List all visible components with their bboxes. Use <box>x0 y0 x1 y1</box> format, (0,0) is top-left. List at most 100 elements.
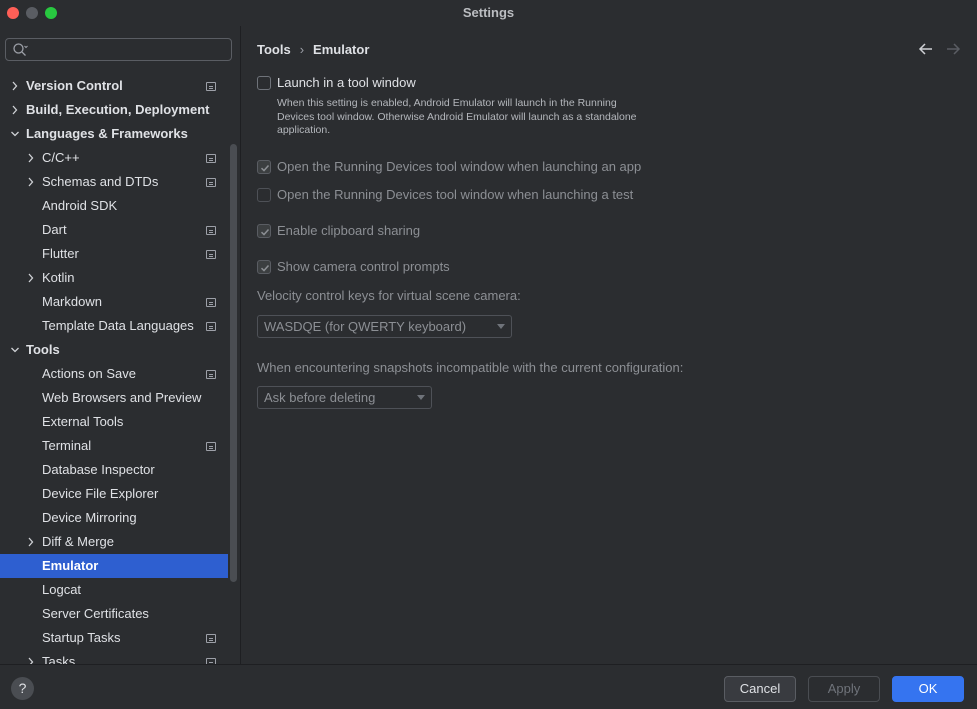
sidebar-item-diff-merge[interactable]: Diff & Merge <box>0 530 228 554</box>
sidebar-item-languages-frameworks[interactable]: Languages & Frameworks <box>0 122 228 146</box>
sidebar-item-version-control[interactable]: Version Control <box>0 74 228 98</box>
project-level-icon <box>206 82 216 91</box>
project-level-icon <box>206 322 216 331</box>
sidebar-item-dart[interactable]: Dart <box>0 218 228 242</box>
sidebar-item-template-data-languages[interactable]: Template Data Languages <box>0 314 228 338</box>
sidebar-item-kotlin[interactable]: Kotlin <box>0 266 228 290</box>
sidebar-item-tools[interactable]: Tools <box>0 338 228 362</box>
sidebar-item-label: Startup Tasks <box>42 630 121 645</box>
sidebar-item-label: Markdown <box>42 294 102 309</box>
project-level-icon <box>206 634 216 643</box>
sidebar-item-label: Actions on Save <box>42 366 136 381</box>
sidebar-item-label: Web Browsers and Preview <box>42 390 202 405</box>
sidebar-item-label: Tasks <box>42 654 76 664</box>
sidebar-item-label: External Tools <box>42 414 124 429</box>
sidebar-item-startup-tasks[interactable]: Startup Tasks <box>0 626 228 650</box>
sidebar-item-label: Server Certificates <box>42 606 149 621</box>
sidebar-item-build-execution-deployment[interactable]: Build, Execution, Deployment <box>0 98 228 122</box>
sidebar-item-external-tools[interactable]: External Tools <box>0 410 228 434</box>
chevron-right-icon[interactable] <box>10 104 20 116</box>
checkmark-icon <box>260 228 270 236</box>
sidebar-item-label: Dart <box>42 222 67 237</box>
project-level-icon <box>206 298 216 307</box>
sidebar-item-label: Database Inspector <box>42 462 155 477</box>
project-level-icon <box>206 178 216 187</box>
breadcrumb: Tools › Emulator <box>257 42 369 57</box>
sidebar-item-label: Diff & Merge <box>42 534 115 549</box>
open-on-app-checkbox[interactable] <box>257 160 271 174</box>
chevron-right-icon[interactable] <box>26 536 36 548</box>
dialog-footer: ? Cancel Apply OK <box>0 664 977 709</box>
sidebar-item-device-mirroring[interactable]: Device Mirroring <box>0 506 228 530</box>
sidebar-item-actions-on-save[interactable]: Actions on Save <box>0 362 228 386</box>
sidebar-item-label: Schemas and DTDs <box>42 174 159 189</box>
project-level-icon <box>206 226 216 235</box>
velocity-keys-select[interactable]: WASDQE (for QWERTY keyboard) <box>257 315 512 338</box>
sidebar-item-database-inspector[interactable]: Database Inspector <box>0 458 228 482</box>
project-level-icon <box>206 442 216 451</box>
sidebar-item-schemas-and-dtds[interactable]: Schemas and DTDs <box>0 170 228 194</box>
sidebar-item-markdown[interactable]: Markdown <box>0 290 228 314</box>
sidebar-item-terminal[interactable]: Terminal <box>0 434 228 458</box>
chevron-right-icon[interactable] <box>10 80 20 92</box>
open-on-test-label: Open the Running Devices tool window whe… <box>277 187 634 202</box>
sidebar-item-flutter[interactable]: Flutter <box>0 242 228 266</box>
sidebar-item-label: Terminal <box>42 438 92 453</box>
sidebar-item-label: C/C++ <box>42 150 80 165</box>
sidebar-item-label: Languages & Frameworks <box>26 126 188 141</box>
sidebar-item-label: Flutter <box>42 246 79 261</box>
sidebar-item-label: Build, Execution, Deployment <box>26 102 210 117</box>
clipboard-sharing-checkbox[interactable] <box>257 224 271 238</box>
clipboard-sharing-label: Enable clipboard sharing <box>277 223 421 238</box>
sidebar-item-label: Emulator <box>42 558 99 573</box>
open-on-test-checkbox[interactable] <box>257 188 271 202</box>
forward-arrow-icon[interactable] <box>945 42 961 56</box>
settings-search-input[interactable] <box>5 38 232 61</box>
chevron-right-icon[interactable] <box>26 272 36 284</box>
sidebar-item-logcat[interactable]: Logcat <box>0 578 228 602</box>
settings-sidebar: Version Control Build, Execution, Deploym… <box>0 26 241 664</box>
velocity-keys-label: Velocity control keys for virtual scene … <box>257 288 521 303</box>
sidebar-item-android-sdk[interactable]: Android SDK <box>0 194 228 218</box>
camera-prompts-checkbox[interactable] <box>257 260 271 274</box>
checkmark-icon <box>260 164 270 172</box>
chevron-down-icon[interactable] <box>10 344 20 356</box>
chevron-right-icon[interactable] <box>26 152 36 164</box>
sidebar-item-device-file-explorer[interactable]: Device File Explorer <box>0 482 228 506</box>
sidebar-item-emulator[interactable]: Emulator <box>0 554 228 578</box>
project-level-icon <box>206 154 216 163</box>
sidebar-item-web-browsers-and-preview[interactable]: Web Browsers and Preview <box>0 386 228 410</box>
sidebar-scrollbar[interactable] <box>230 144 237 582</box>
cancel-button[interactable]: Cancel <box>724 676 796 702</box>
sidebar-item-c-c[interactable]: C/C++ <box>0 146 228 170</box>
snapshot-policy-value: Ask before deleting <box>264 390 376 405</box>
snapshot-policy-select[interactable]: Ask before deleting <box>257 386 432 409</box>
breadcrumb-current: Emulator <box>313 42 370 57</box>
sidebar-item-label: Template Data Languages <box>42 318 194 333</box>
sidebar-item-server-certificates[interactable]: Server Certificates <box>0 602 228 626</box>
dropdown-arrow-icon <box>417 395 425 400</box>
settings-content: Tools › Emulator Launch in a tool window W… <box>242 26 977 664</box>
sidebar-item-label: Kotlin <box>42 270 75 285</box>
ok-button[interactable]: OK <box>892 676 964 702</box>
chevron-right-icon[interactable] <box>26 176 36 188</box>
chevron-down-icon[interactable] <box>10 128 20 140</box>
snapshot-policy-label: When encountering snapshots incompatible… <box>257 360 684 375</box>
title-bar: Settings <box>0 0 977 26</box>
open-on-app-label: Open the Running Devices tool window whe… <box>277 159 642 174</box>
breadcrumb-parent[interactable]: Tools <box>257 42 291 57</box>
sidebar-item-tasks[interactable]: Tasks <box>0 650 228 664</box>
chevron-right-icon[interactable] <box>26 656 36 664</box>
settings-tree: Version Control Build, Execution, Deploym… <box>0 74 228 664</box>
back-arrow-icon[interactable] <box>918 42 934 56</box>
help-button[interactable]: ? <box>11 677 34 700</box>
sidebar-item-label: Android SDK <box>42 198 118 213</box>
checkmark-icon <box>260 264 270 272</box>
launch-description: When this setting is enabled, Android Em… <box>277 97 637 136</box>
apply-button[interactable]: Apply <box>808 676 880 702</box>
project-level-icon <box>206 370 216 379</box>
launch-in-tool-window-checkbox[interactable] <box>257 76 271 90</box>
sidebar-item-label: Device Mirroring <box>42 510 137 525</box>
sidebar-item-label: Device File Explorer <box>42 486 159 501</box>
dropdown-arrow-icon <box>497 324 505 329</box>
